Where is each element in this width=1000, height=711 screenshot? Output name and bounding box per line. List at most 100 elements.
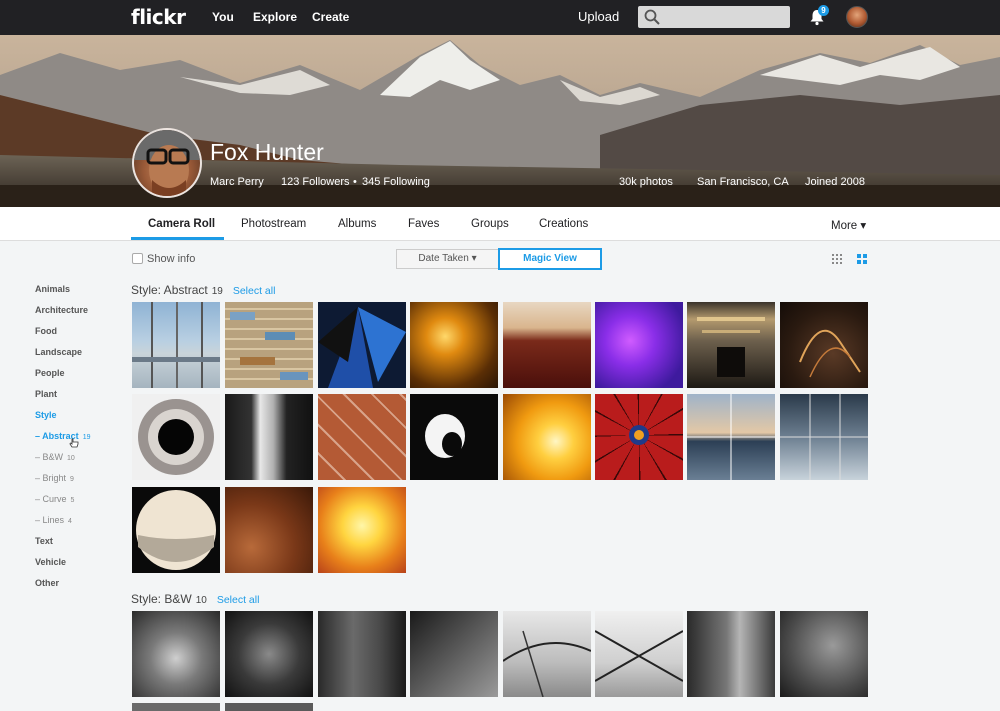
photo-thumbnail[interactable] xyxy=(410,302,498,388)
photo-thumbnail[interactable] xyxy=(318,611,406,697)
sidebar-item-other[interactable]: Other xyxy=(35,578,59,588)
grid-large-icon[interactable] xyxy=(857,254,867,264)
sub-count: 10 xyxy=(67,455,75,462)
profile-real-name: Marc Perry xyxy=(210,176,264,188)
hand-cursor-icon xyxy=(69,438,79,448)
user-avatar[interactable] xyxy=(846,6,868,28)
photo-detail xyxy=(425,414,465,458)
photo-thumbnail[interactable] xyxy=(503,302,591,388)
tab-creations[interactable]: Creations xyxy=(539,218,588,230)
sub-label: – Curve xyxy=(35,494,67,504)
sidebar-item-style[interactable]: Style xyxy=(35,410,57,420)
photo-detail xyxy=(136,490,216,570)
photo-detail xyxy=(503,630,591,697)
profile-subnav: Camera Roll Photostream Albums Faves Gro… xyxy=(0,207,1000,241)
location: San Francisco, CA xyxy=(697,176,789,188)
photo-detail xyxy=(799,329,861,378)
photo-thumbnail[interactable] xyxy=(132,611,220,697)
photo-detail xyxy=(138,399,214,475)
sidebar-sub-curve[interactable]: – Curve 5 xyxy=(35,494,74,504)
select-all-link[interactable]: Select all xyxy=(233,285,276,297)
photo-detail xyxy=(318,307,406,388)
photo-thumbnail[interactable] xyxy=(687,394,775,480)
sidebar-item-people[interactable]: People xyxy=(35,368,65,378)
sidebar-item-animals[interactable]: Animals xyxy=(35,284,70,294)
photo-thumbnail[interactable] xyxy=(225,487,313,573)
photo-thumbnail[interactable] xyxy=(225,611,313,697)
section-title-bw: Style: B&W 10 Select all xyxy=(131,592,259,606)
photo-thumbnail[interactable] xyxy=(225,394,313,480)
tab-photostream[interactable]: Photostream xyxy=(241,218,306,230)
photo-thumbnail[interactable] xyxy=(595,611,683,697)
photo-thumbnail[interactable] xyxy=(595,394,683,480)
nav-create[interactable]: Create xyxy=(312,10,349,24)
select-all-link[interactable]: Select all xyxy=(217,594,260,606)
followers-link[interactable]: 123 Followers xyxy=(281,176,349,188)
photo-thumbnail[interactable] xyxy=(318,302,406,388)
sidebar-item-text[interactable]: Text xyxy=(35,536,53,546)
photo-thumbnail[interactable] xyxy=(318,394,406,480)
photo-thumbnail[interactable] xyxy=(780,611,868,697)
photo-thumbnail[interactable] xyxy=(132,394,220,480)
more-menu[interactable]: More ▾ xyxy=(831,218,866,232)
top-bar: flickr You Explore Create Upload 9 xyxy=(0,0,1000,35)
sidebar-sub-lines[interactable]: – Lines 4 xyxy=(35,515,72,525)
sidebar-sub-abstract[interactable]: – Abstract 19 xyxy=(35,431,90,441)
grid-small-icon[interactable] xyxy=(832,254,842,264)
sub-label: – Lines xyxy=(35,515,65,525)
photo-count: 30k photos xyxy=(619,176,673,188)
photo-thumbnail[interactable] xyxy=(410,394,498,480)
sub-count: 4 xyxy=(68,518,72,525)
tab-faves[interactable]: Faves xyxy=(408,218,439,230)
photo-thumbnail[interactable] xyxy=(410,611,498,697)
sub-count: 9 xyxy=(70,476,74,483)
photo-thumbnail[interactable] xyxy=(687,302,775,388)
profile-avatar[interactable] xyxy=(132,128,202,198)
sidebar-sub-bright[interactable]: – Bright 9 xyxy=(35,473,74,483)
tab-albums[interactable]: Albums xyxy=(338,218,376,230)
flickr-logo[interactable]: flickr xyxy=(131,5,186,29)
joined-date: Joined 2008 xyxy=(805,176,865,188)
sidebar-item-architecture[interactable]: Architecture xyxy=(35,305,88,315)
section-count: 10 xyxy=(195,595,207,606)
search-icon xyxy=(644,9,660,25)
nav-explore[interactable]: Explore xyxy=(253,10,297,24)
photo-detail xyxy=(687,394,775,480)
photo-thumbnail[interactable] xyxy=(503,394,591,480)
photo-thumbnail[interactable] xyxy=(132,302,220,388)
search-input[interactable] xyxy=(638,6,790,28)
sidebar-item-vehicle[interactable]: Vehicle xyxy=(35,557,66,567)
photo-thumbnail[interactable] xyxy=(780,394,868,480)
profile-face-image xyxy=(134,130,200,196)
magic-view-button[interactable]: Magic View xyxy=(498,248,602,270)
photo-thumbnail[interactable] xyxy=(503,611,591,697)
sidebar-item-food[interactable]: Food xyxy=(35,326,57,336)
photo-thumbnail[interactable] xyxy=(318,487,406,573)
sidebar-item-landscape[interactable]: Landscape xyxy=(35,347,82,357)
upload-link[interactable]: Upload xyxy=(578,9,619,24)
photo-thumbnail[interactable] xyxy=(595,302,683,388)
sub-count: 5 xyxy=(70,497,75,504)
sub-count: 19 xyxy=(82,434,91,441)
tab-groups[interactable]: Groups xyxy=(471,218,509,230)
show-info-checkbox[interactable]: Show info xyxy=(132,253,195,265)
notification-badge: 9 xyxy=(818,5,829,16)
checkbox-box[interactable] xyxy=(132,253,143,264)
nav-you[interactable]: You xyxy=(212,10,234,24)
date-taken-dropdown[interactable]: Date Taken ▾ xyxy=(396,249,499,269)
sub-label: – Bright xyxy=(35,473,67,483)
photo-thumbnail[interactable] xyxy=(132,487,220,573)
photo-thumbnail[interactable] xyxy=(132,703,220,711)
photo-thumbnail[interactable] xyxy=(225,302,313,388)
cover-photo: Fox Hunter Marc Perry 123 Followers • 34… xyxy=(0,35,1000,207)
active-tab-indicator xyxy=(131,237,224,240)
photo-thumbnail[interactable] xyxy=(225,703,313,711)
section-title-abstract: Style: Abstract 19 Select all xyxy=(131,283,275,297)
sidebar-item-plant[interactable]: Plant xyxy=(35,389,57,399)
show-info-label: Show info xyxy=(147,253,196,265)
sidebar-sub-bw[interactable]: – B&W 10 xyxy=(35,452,75,462)
photo-thumbnail[interactable] xyxy=(780,302,868,388)
tab-camera-roll[interactable]: Camera Roll xyxy=(148,218,215,230)
following-link[interactable]: 345 Following xyxy=(362,176,430,188)
photo-thumbnail[interactable] xyxy=(687,611,775,697)
